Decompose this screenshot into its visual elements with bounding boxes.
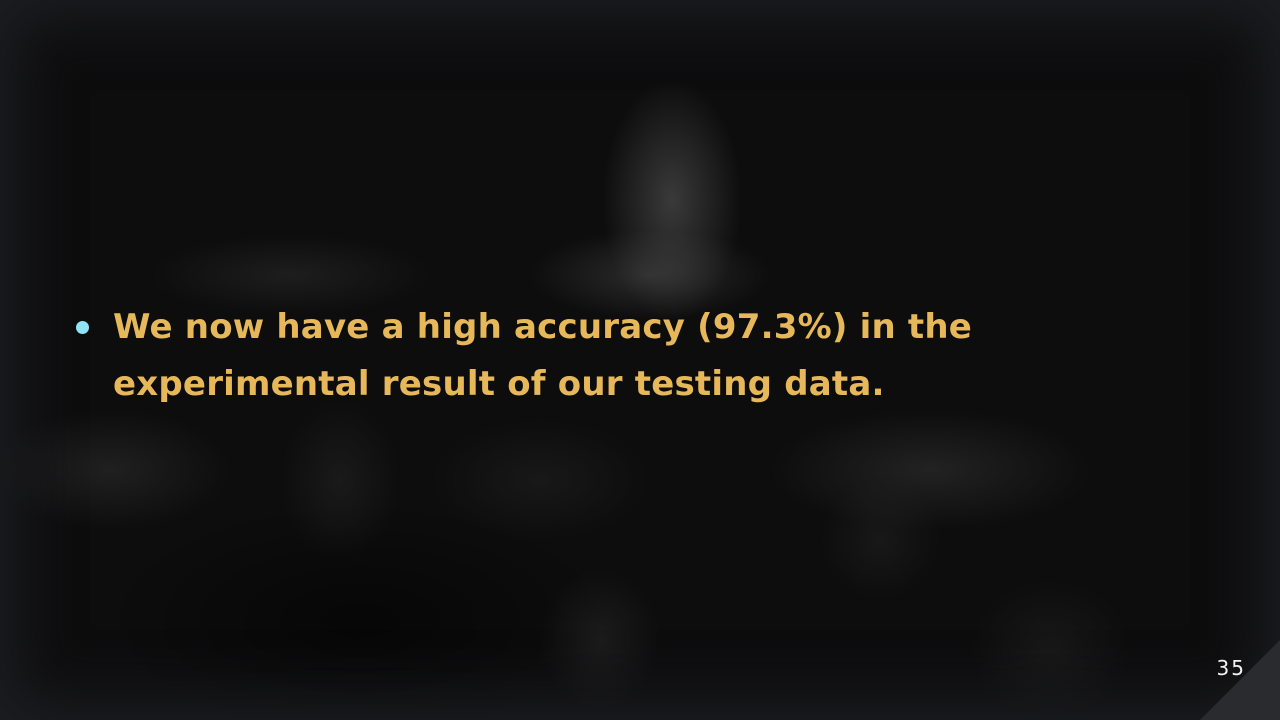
slide-content: We now have a high accuracy (97.3%) in t… xyxy=(72,304,1032,413)
presentation-slide: We now have a high accuracy (97.3%) in t… xyxy=(0,0,1280,720)
bullet-item: We now have a high accuracy (97.3%) in t… xyxy=(72,304,1032,413)
bullet-marker-icon xyxy=(76,321,89,334)
corner-accent-triangle xyxy=(1200,640,1280,720)
slide-number: 35 xyxy=(1216,656,1246,680)
bullet-text: We now have a high accuracy (97.3%) in t… xyxy=(113,307,973,404)
